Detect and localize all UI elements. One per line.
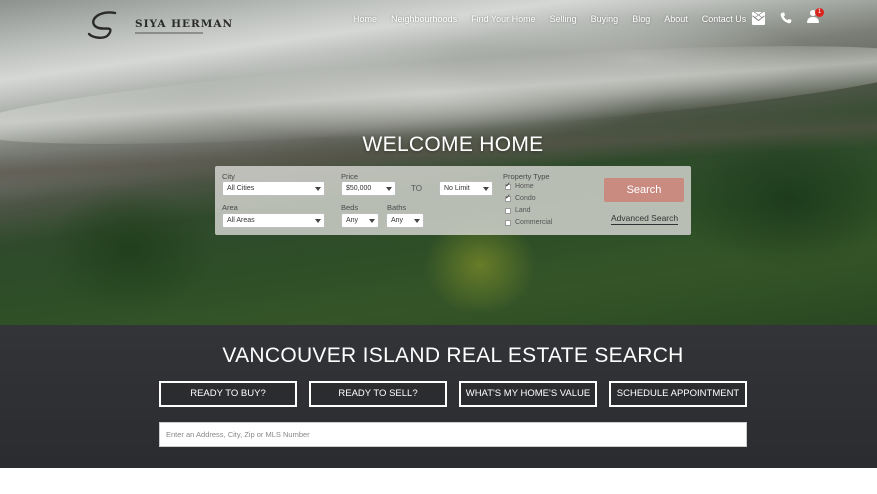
price-min-select[interactable]: $50,000 [341,181,396,196]
area-select-value: All Areas [227,217,255,224]
quick-search-panel: City All Cities Area All Areas Price $50… [215,166,691,235]
nav-blog[interactable]: Blog [632,14,650,24]
property-type-condo-label: Condo [515,195,536,202]
price-label: Price [341,172,359,181]
home-value-button[interactable]: WHAT'S MY HOME'S VALUE [459,381,597,407]
price-min-value: $50,000 [346,185,372,192]
property-type-home[interactable]: Home [505,181,534,190]
area-label: Area [222,203,238,212]
checkbox-unchecked[interactable] [505,207,511,214]
chevron-down-icon [414,219,420,223]
nav-home[interactable]: Home [353,14,377,24]
ready-to-buy-button[interactable]: READY TO BUY? [159,381,297,407]
header-icons [752,10,819,25]
nav-contact-us[interactable]: Contact Us [702,14,747,24]
notification-badge: 1 [815,8,824,17]
price-max-value: No Limit [444,185,470,192]
nav-find-your-home[interactable]: Find Your Home [471,14,536,24]
baths-label: Baths [387,203,407,212]
hero-title: WELCOME HOME [362,133,544,156]
property-type-land[interactable]: Land [505,207,531,214]
nav-neighbourhoods[interactable]: Neighbourhoods [391,14,457,24]
baths-select-value: Any [391,217,404,224]
phone-icon[interactable] [780,11,792,23]
property-type-commercial-label: Commercial [515,219,553,226]
property-type-condo[interactable]: Condo [505,193,536,202]
nav-buying[interactable]: Buying [591,14,619,24]
chevron-down-icon [315,187,321,191]
logo-tagline-line [135,32,203,34]
area-select[interactable]: All Areas [222,213,325,228]
logo-mark-icon [87,11,117,39]
search-band: VANCOUVER ISLAND REAL ESTATE SEARCH READ… [0,325,877,468]
beds-select[interactable]: Any [341,213,379,228]
city-select[interactable]: All Cities [222,181,325,196]
ready-to-sell-button[interactable]: READY TO SELL? [309,381,447,407]
city-label: City [222,172,235,181]
band-title: VANCOUVER ISLAND REAL ESTATE SEARCH [222,344,684,367]
schedule-appointment-button[interactable]: SCHEDULE APPOINTMENT [609,381,747,407]
checkbox-checked[interactable] [505,193,511,202]
hero-background [0,0,877,325]
chevron-down-icon [386,187,392,191]
baths-select[interactable]: Any [386,213,424,228]
checkbox-checked[interactable] [505,181,511,190]
beds-label: Beds [341,203,359,212]
beds-select-value: Any [346,217,359,224]
logo-text: SIYA HERMAN [135,18,234,30]
nav-selling[interactable]: Selling [550,14,577,24]
property-type-home-label: Home [515,183,534,190]
chevron-down-icon [483,187,489,191]
price-max-select[interactable]: No Limit [439,181,493,196]
envelope-icon[interactable] [752,11,765,25]
city-select-value: All Cities [227,185,255,192]
main-nav: Home Neighbourhoods Find Your Home Selli… [353,12,760,26]
logo[interactable]: SIYA HERMAN [85,10,232,40]
chevron-down-icon [315,219,321,223]
property-type-land-label: Land [515,207,531,214]
advanced-search-link[interactable]: Advanced Search [611,213,679,225]
nav-about[interactable]: About [664,14,688,24]
address-search-input[interactable]: Enter an Address, City, Zip or MLS Numbe… [159,422,747,447]
search-button[interactable]: Search [604,178,684,202]
property-type-commercial[interactable]: Commercial [505,219,552,226]
checkbox-unchecked[interactable] [505,219,511,226]
price-to-label: TO [411,184,422,193]
chevron-down-icon [369,219,375,223]
